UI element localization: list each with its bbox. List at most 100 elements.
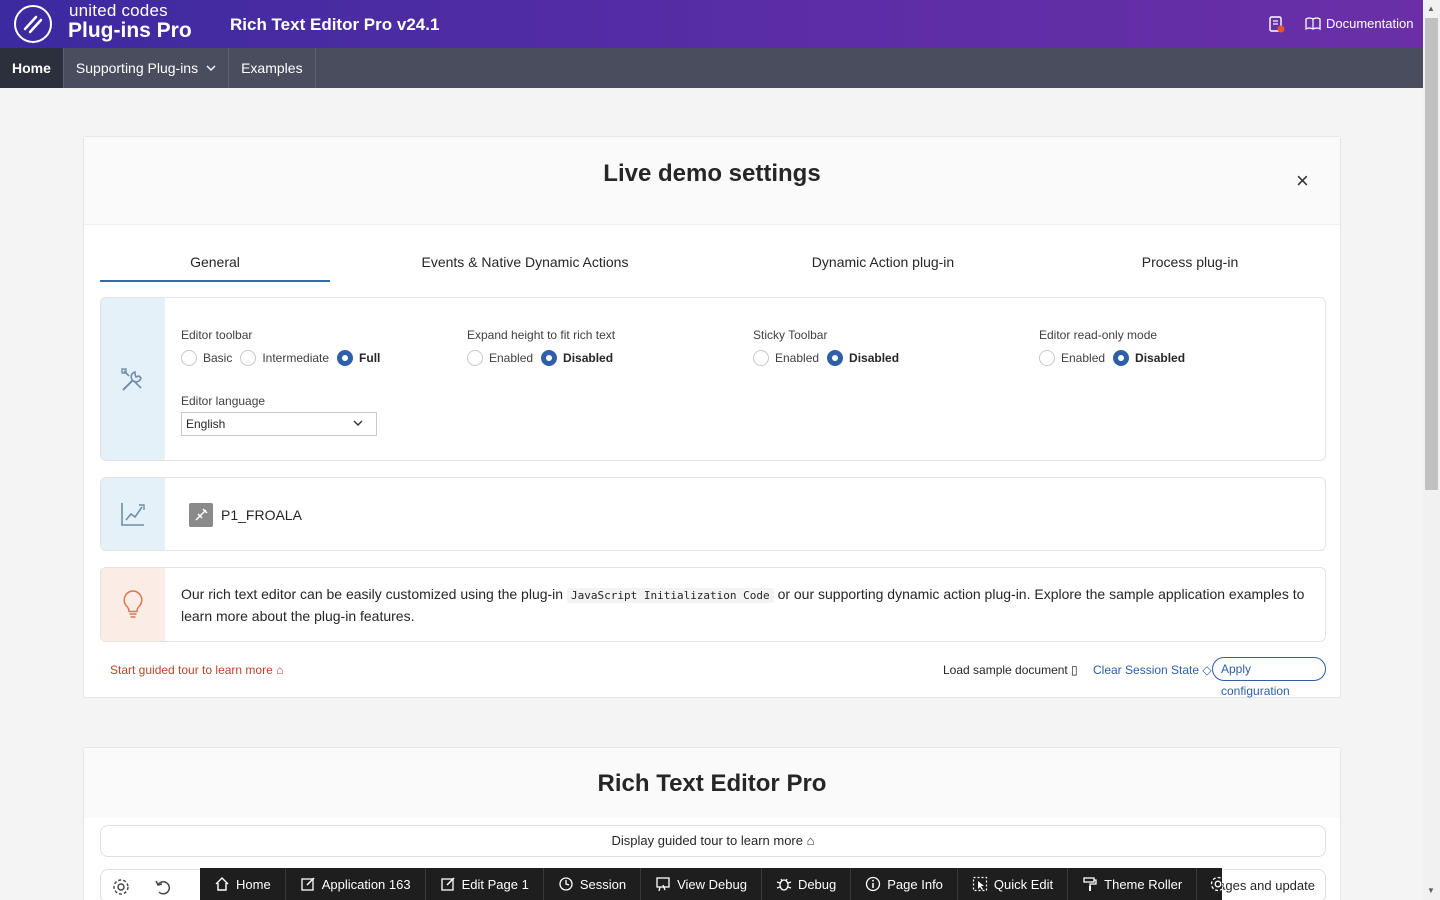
app-title[interactable]: Rich Text Editor Pro v24.1 [230, 15, 439, 35]
card-title: Live demo settings [603, 160, 821, 187]
nav-item-label: Supporting Plug-ins [75, 60, 199, 76]
radio-label: Enabled [489, 351, 534, 365]
devbar-label: Session [579, 876, 627, 892]
eraser-icon: ◇ [1202, 663, 1212, 677]
devbar-application[interactable]: Application 163 [286, 868, 426, 900]
devbar-label: View Debug [677, 876, 747, 892]
devbar-settings[interactable] [1197, 868, 1239, 900]
info-icon [866, 876, 881, 892]
nav-item-home[interactable]: Home [0, 48, 64, 88]
united-codes-logo-icon[interactable] [14, 5, 52, 43]
devbar-edit-page[interactable]: Edit Page 1 [426, 868, 544, 900]
radio-toolbar-intermediate[interactable]: Intermediate [240, 350, 329, 366]
brand-name-bottom: Plug-ins Pro [68, 19, 192, 42]
field-label: Sticky Toolbar [753, 328, 828, 342]
radio-dot-selected[interactable] [541, 350, 558, 366]
readonly-mode-field: Editor read-only mode Enabled Disabled [1039, 328, 1193, 366]
devbar-label: Quick Edit [993, 876, 1054, 892]
field-label: Expand height to fit rich text [467, 328, 616, 342]
devbar-debug[interactable]: Debug [762, 868, 852, 900]
undo-icon[interactable] [153, 877, 173, 897]
tools-icon [121, 368, 142, 391]
scrollbar-thumb[interactable] [1425, 18, 1438, 490]
devbar-session[interactable]: Session [544, 868, 642, 900]
lightbulb-icon [123, 590, 143, 618]
live-demo-settings-card: Live demo settings × General Events & Na… [83, 136, 1341, 698]
display-guided-tour-button[interactable]: Display guided tour to learn more ⌂ [100, 825, 1326, 857]
graduation-cap-icon: ⌂ [276, 663, 284, 677]
apply-configuration-button[interactable]: Apply configuration [1212, 657, 1326, 698]
radio-readonly-enabled[interactable]: Enabled [1039, 350, 1105, 366]
devbar-home[interactable]: Home [200, 868, 286, 900]
card-footer: Start guided tour to learn more ⌂ Load s… [100, 657, 1326, 698]
scroll-up-arrow-icon[interactable]: ▲ [1427, 4, 1435, 13]
app-header: united codes Plug-ins Pro Rich Text Edit… [0, 0, 1423, 48]
developer-toolbar: Home Application 163 Edit Page 1 Session… [200, 868, 1226, 900]
start-guided-tour-link[interactable]: Start guided tour to learn more ⌂ [110, 663, 283, 677]
tab-events[interactable]: Events & Native Dynamic Actions [400, 242, 650, 282]
nav-item-supporting-plugins[interactable]: Supporting Plug-ins [64, 48, 230, 88]
devbar-label: Edit Page 1 [461, 876, 529, 892]
home-icon [215, 877, 229, 891]
close-icon[interactable]: × [1296, 170, 1309, 192]
radio-dot[interactable] [240, 350, 257, 366]
clear-session-state-link[interactable]: Clear Session State ◇ [1093, 663, 1212, 677]
gear-icon [1211, 876, 1226, 892]
tab-dynamic-action-plugin[interactable]: Dynamic Action plug-in [780, 242, 986, 282]
tab-general[interactable]: General [100, 242, 330, 282]
devbar-label: Application 163 [321, 876, 411, 892]
quick-edit-icon [972, 876, 988, 892]
select-value: English [186, 417, 226, 431]
page-item-name: P1_FROALA [221, 507, 302, 523]
radio-label: Enabled [775, 351, 820, 365]
clipboard-notification-icon[interactable] [1266, 14, 1286, 34]
load-sample-document-link[interactable]: Load sample document ▯ [943, 663, 1078, 677]
radio-toolbar-basic[interactable]: Basic [181, 350, 232, 366]
editor-language-select[interactable]: English [181, 412, 377, 436]
info-text: Our rich text editor can be easily custo… [181, 584, 1317, 627]
sticky-toolbar-field: Sticky Toolbar Enabled Disabled [753, 328, 907, 366]
vertical-scrollbar[interactable]: ▲ ▼ [1423, 0, 1440, 900]
card-header: Live demo settings × [84, 137, 1340, 225]
radio-label: Disabled [1135, 351, 1186, 365]
nav-item-examples[interactable]: Examples [229, 48, 316, 88]
devbar-label: Page Info [887, 876, 943, 892]
edit-icon [301, 877, 315, 891]
devbar-theme-roller[interactable]: Theme Roller [1068, 868, 1198, 900]
radio-sticky-enabled[interactable]: Enabled [753, 350, 819, 366]
radio-dot[interactable] [753, 350, 769, 366]
radio-toolbar-full[interactable]: Full [337, 350, 380, 366]
radio-dot[interactable] [1039, 350, 1055, 366]
radio-expand-disabled[interactable]: Disabled [541, 350, 613, 366]
documentation-label: Documentation [1326, 16, 1414, 31]
scroll-down-arrow-icon[interactable]: ▼ [1427, 886, 1435, 895]
radio-label: Disabled [563, 351, 614, 365]
expand-height-field: Expand height to fit rich text Enabled D… [467, 328, 621, 366]
button-label: Display guided tour to learn more [611, 833, 804, 848]
documentation-link[interactable]: Documentation [1305, 16, 1413, 31]
link-label: Load sample document [943, 663, 1068, 677]
radio-expand-enabled[interactable]: Enabled [467, 350, 533, 366]
radio-dot-selected[interactable] [337, 350, 354, 366]
radio-dot[interactable] [467, 350, 483, 366]
chevron-down-icon [353, 420, 363, 426]
radio-dot-selected[interactable] [1113, 350, 1130, 366]
devbar-quick-edit[interactable]: Quick Edit [958, 868, 1069, 900]
radio-sticky-disabled[interactable]: Disabled [827, 350, 899, 366]
radio-dot-selected[interactable] [827, 350, 844, 366]
radio-readonly-disabled[interactable]: Disabled [1113, 350, 1185, 366]
radio-dot[interactable] [181, 350, 197, 366]
tab-process-plugin[interactable]: Process plug-in [1110, 242, 1270, 282]
panel-side [101, 568, 165, 641]
panel-side [101, 478, 165, 550]
gear-icon[interactable] [111, 877, 131, 897]
devbar-view-debug[interactable]: View Debug [641, 868, 762, 900]
radio-label: Basic [203, 351, 233, 365]
editor-language-label: Editor language [181, 394, 266, 408]
chevron-down-icon [206, 65, 216, 71]
plugin-item-icon [189, 503, 213, 527]
page-item[interactable]: P1_FROALA [189, 503, 302, 527]
radio-label: Full [359, 351, 381, 365]
card-header: Rich Text Editor Pro [84, 748, 1340, 818]
devbar-page-info[interactable]: Page Info [851, 868, 958, 900]
